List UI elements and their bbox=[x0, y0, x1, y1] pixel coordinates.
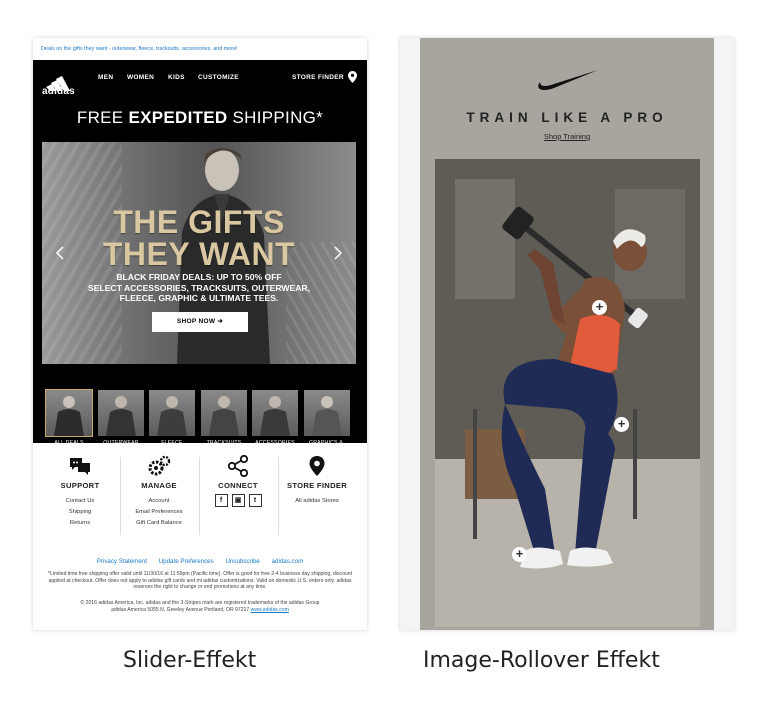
facebook-icon[interactable]: f bbox=[214, 494, 228, 507]
connect-title: CONNECT bbox=[218, 481, 258, 490]
hotspot-plus-icon[interactable]: + bbox=[592, 300, 607, 315]
athlete-squat-image bbox=[435, 159, 700, 627]
social-links: f ▣ t bbox=[199, 494, 277, 507]
address-text: adidas America 5055 N. Greeley Avenue Po… bbox=[111, 606, 250, 613]
nav-customize[interactable]: CUSTOMIZE bbox=[198, 74, 239, 81]
store-finder-column: STORE FINDER All adidas Stores bbox=[278, 443, 356, 507]
chevron-right-icon[interactable] bbox=[333, 246, 343, 260]
thumb-all-deals[interactable] bbox=[45, 389, 93, 437]
hero-sub-line: BLACK FRIDAY DEALS: UP TO 50% OFF bbox=[116, 272, 282, 282]
manage-title: MANAGE bbox=[141, 481, 177, 490]
copyright-text: © 2016 adidas America, Inc. adidas and t… bbox=[80, 600, 320, 606]
shop-now-button[interactable]: SHOP NOW ➔ bbox=[152, 312, 248, 332]
instagram-icon[interactable]: ▣ bbox=[231, 494, 245, 507]
account-link[interactable]: Account bbox=[120, 496, 198, 507]
hero-title-line: THE GIFTS bbox=[113, 204, 285, 240]
store-finder-title: STORE FINDER bbox=[287, 481, 347, 490]
nike-swoosh-icon[interactable] bbox=[536, 66, 598, 92]
category-thumbnails bbox=[45, 389, 352, 438]
nav-women[interactable]: WOMEN bbox=[127, 74, 154, 81]
email-header-block: adidas MEN WOMEN KIDS CUSTOMIZE STORE FI… bbox=[33, 60, 367, 452]
gift-card-balance-link[interactable]: Gift Card Balance bbox=[120, 518, 198, 529]
contact-us-link[interactable]: Contact Us bbox=[41, 496, 119, 507]
hotspot-plus-icon[interactable]: + bbox=[512, 547, 527, 562]
adidas-email: Deals on the gifts they want - outerwear… bbox=[33, 38, 367, 630]
thumb-person-image bbox=[157, 396, 187, 436]
location-pin-icon[interactable] bbox=[348, 71, 357, 83]
email-preferences-link[interactable]: Email Preferences bbox=[120, 507, 198, 518]
share-icon bbox=[227, 455, 249, 477]
thumb-person-image bbox=[54, 396, 84, 436]
legal-links: Privacy Statement Update Preferences Uns… bbox=[33, 558, 367, 565]
thumb-person-image bbox=[209, 396, 239, 436]
logo-wordmark: adidas bbox=[42, 86, 75, 97]
athlete-photo[interactable]: + + + bbox=[435, 159, 700, 627]
returns-link[interactable]: Returns bbox=[41, 518, 119, 529]
update-preferences-link[interactable]: Update Preferences bbox=[159, 558, 214, 565]
hotspot-plus-icon[interactable]: + bbox=[614, 417, 629, 432]
nike-panel: TRAIN LIKE A PRO Shop Training + + + bbox=[420, 38, 714, 630]
shipping-banner: FREE EXPEDITED SHIPPING* bbox=[33, 108, 367, 128]
top-nav: adidas MEN WOMEN KIDS CUSTOMIZE STORE FI… bbox=[33, 60, 367, 103]
shipping-bold: EXPEDITED bbox=[128, 108, 228, 127]
shipping-pre: FREE bbox=[76, 108, 129, 127]
thumb-graphics-tees[interactable] bbox=[304, 390, 350, 436]
connect-column: CONNECT f ▣ t bbox=[199, 443, 277, 507]
support-column: SUPPORT Contact Us Shipping Returns bbox=[41, 443, 119, 529]
chevron-left-icon[interactable] bbox=[55, 246, 65, 260]
thumb-outerwear[interactable] bbox=[98, 390, 144, 436]
shipping-link[interactable]: Shipping bbox=[41, 507, 119, 518]
hero-slider[interactable]: THE GIFTS THEY WANT BLACK FRIDAY DEALS: … bbox=[42, 142, 356, 364]
caption-image-rollover-effect: Image-Rollover Effekt bbox=[423, 648, 660, 673]
shipping-post: SHIPPING* bbox=[227, 108, 324, 127]
location-pin-icon bbox=[309, 456, 325, 476]
thumb-accessories[interactable] bbox=[252, 390, 298, 436]
all-stores-link[interactable]: All adidas Stores bbox=[278, 496, 356, 507]
support-title: SUPPORT bbox=[60, 481, 100, 490]
gears-icon bbox=[148, 455, 171, 476]
nav-men[interactable]: MEN bbox=[98, 74, 113, 81]
thumb-person-image bbox=[260, 396, 290, 436]
caption-slider-effect: Slider-Effekt bbox=[123, 648, 257, 673]
privacy-statement-link[interactable]: Privacy Statement bbox=[97, 558, 147, 565]
hero-sub-line: FLEECE, GRAPHIC & ULTIMATE TEES. bbox=[119, 293, 279, 303]
thumb-person-image bbox=[312, 396, 342, 436]
thumb-person-image bbox=[106, 396, 136, 436]
twitter-icon[interactable]: t bbox=[248, 494, 262, 507]
shop-training-link[interactable]: Shop Training bbox=[420, 132, 714, 141]
chat-bubbles-icon bbox=[70, 458, 90, 475]
preheader-link[interactable]: Deals on the gifts they want - outerwear… bbox=[33, 38, 367, 60]
thumb-fleece[interactable] bbox=[149, 390, 195, 436]
footer-columns: SUPPORT Contact Us Shipping Returns MANA… bbox=[33, 443, 367, 547]
address-line: adidas America 5055 N. Greeley Avenue Po… bbox=[45, 607, 355, 614]
hero-title-line: THEY WANT bbox=[102, 236, 296, 272]
legal-disclaimer: *Limited time free shipping offer valid … bbox=[48, 571, 352, 591]
manage-column: MANAGE Account Email Preferences Gift Ca… bbox=[120, 443, 198, 529]
website-link[interactable]: www.adidas.com bbox=[251, 607, 289, 613]
headline: TRAIN LIKE A PRO bbox=[466, 110, 668, 125]
thumb-tracksuits[interactable] bbox=[201, 390, 247, 436]
hero-title: THE GIFTS THEY WANT bbox=[42, 206, 356, 270]
nike-email: TRAIN LIKE A PRO Shop Training + + + bbox=[400, 38, 734, 630]
hero-subtitle: BLACK FRIDAY DEALS: UP TO 50% OFF SELECT… bbox=[42, 272, 356, 304]
unsubscribe-link[interactable]: Unsubscribe bbox=[225, 558, 259, 565]
copyright-block: © 2016 adidas America, Inc. adidas and t… bbox=[45, 600, 355, 613]
nav-store-finder[interactable]: STORE FINDER bbox=[292, 74, 344, 81]
nav-kids[interactable]: KIDS bbox=[168, 74, 185, 81]
hero-sub-line: SELECT ACCESSORIES, TRACKSUITS, OUTERWEA… bbox=[87, 282, 311, 293]
adidas-com-link[interactable]: adidas.com bbox=[272, 558, 304, 565]
